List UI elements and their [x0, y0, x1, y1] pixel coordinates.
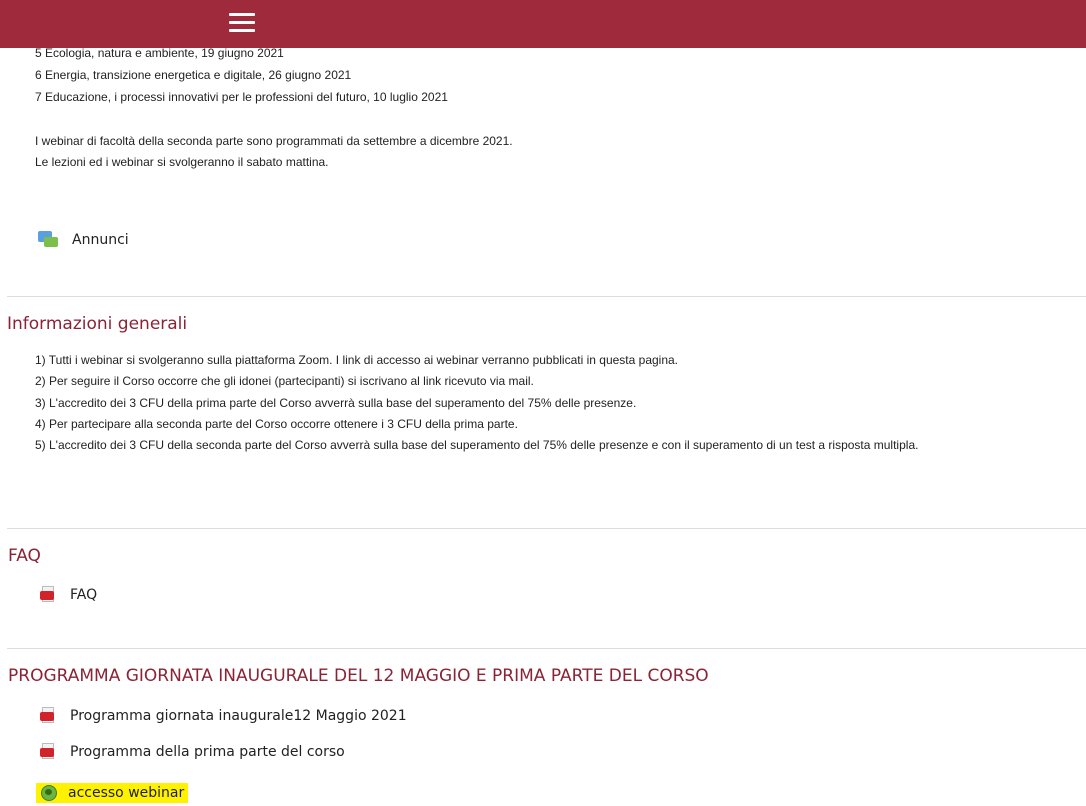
- accesso-webinar-link[interactable]: accesso webinar: [36, 783, 189, 803]
- section-title-programma: PROGRAMMA GIORNATA INAUGURALE DEL 12 MAG…: [8, 666, 709, 686]
- section-divider: [7, 296, 1086, 297]
- info-item-5: 5) L'accredito dei 3 CFU della seconda p…: [35, 438, 919, 452]
- info-item-4: 4) Per partecipare alla seconda parte de…: [35, 417, 518, 431]
- programma-item-label: Programma della prima parte del corso: [70, 744, 345, 760]
- section-title-general-info: Informazioni generali: [7, 314, 188, 334]
- course-page: 5 Ecologia, natura e ambiente, 19 giugno…: [0, 0, 1086, 806]
- pdf-icon: [40, 586, 56, 604]
- top-navbar: [0, 0, 1086, 48]
- intro-line-6: 6 Energia, transizione energetica e digi…: [35, 68, 352, 82]
- forum-icon: [38, 231, 58, 249]
- info-item-2: 2) Per seguire il Corso occorre che gli …: [35, 374, 534, 388]
- pdf-icon: [40, 707, 56, 725]
- programma-item-label: Programma giornata inaugurale12 Maggio 2…: [70, 708, 407, 724]
- info-item-3: 3) L'accredito dei 3 CFU della prima par…: [35, 396, 637, 410]
- intro-line-7: 7 Educazione, i processi innovativi per …: [35, 90, 448, 104]
- announcements-link[interactable]: Annunci: [38, 231, 129, 249]
- faq-pdf-link[interactable]: FAQ: [40, 586, 97, 604]
- announcements-label: Annunci: [72, 232, 129, 248]
- programma-prima-parte-pdf-link[interactable]: Programma della prima parte del corso: [40, 743, 345, 761]
- section-divider: [7, 648, 1086, 649]
- section-title-faq: FAQ: [8, 546, 41, 566]
- section-divider: [7, 528, 1086, 529]
- intro-paragraph-1: I webinar di facoltà della seconda parte…: [35, 134, 513, 148]
- globe-icon: [40, 784, 58, 802]
- faq-item-label: FAQ: [70, 587, 98, 603]
- pdf-icon: [40, 743, 56, 761]
- programma-inaugurale-pdf-link[interactable]: Programma giornata inaugurale12 Maggio 2…: [40, 707, 407, 725]
- intro-paragraph-2: Le lezioni ed i webinar si svolgeranno i…: [35, 155, 329, 169]
- hamburger-menu-icon[interactable]: [229, 13, 255, 33]
- webinar-link-label: accesso webinar: [68, 785, 185, 801]
- info-item-1: 1) Tutti i webinar si svolgeranno sulla …: [35, 353, 679, 367]
